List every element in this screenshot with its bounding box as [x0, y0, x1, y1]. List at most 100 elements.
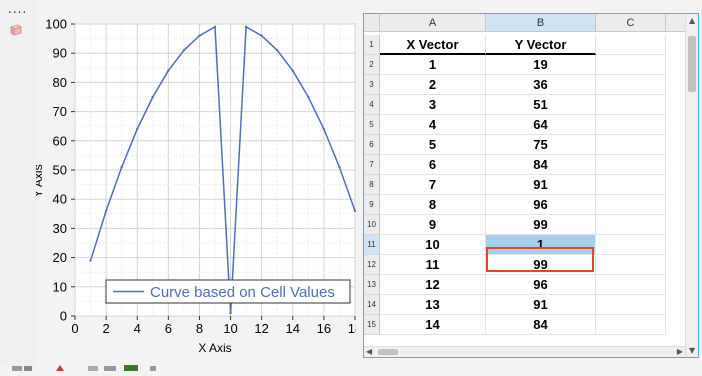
column-header-b[interactable]: B	[486, 14, 596, 32]
cell-b[interactable]: 91	[486, 295, 596, 315]
cell-b[interactable]: 64	[486, 115, 596, 135]
horizontal-scroll-thumb[interactable]	[378, 349, 398, 355]
left-toolbar: ....	[0, 0, 36, 366]
scroll-left-icon[interactable]: ◀	[366, 347, 372, 357]
data-point	[291, 69, 294, 72]
cell-c[interactable]	[596, 235, 666, 255]
select-all-corner[interactable]	[364, 14, 380, 32]
row-header[interactable]: 6	[364, 135, 380, 155]
cell-a[interactable]: 13	[380, 295, 486, 315]
y-tick-label: 30	[53, 221, 67, 236]
data-point	[260, 34, 263, 37]
cell-b[interactable]: 51	[486, 95, 596, 115]
cell-b[interactable]: 36	[486, 75, 596, 95]
cell-b[interactable]: Y Vector	[486, 35, 596, 55]
cell-c[interactable]	[596, 155, 666, 175]
row-header[interactable]: 8	[364, 175, 380, 195]
cell-c[interactable]	[596, 55, 666, 75]
vertical-scrollbar[interactable]: ▲ ▼	[685, 14, 698, 357]
cell-a[interactable]: 14	[380, 315, 486, 335]
x-tick-label: 6	[165, 321, 172, 336]
cell-c[interactable]	[596, 195, 666, 215]
cell-a[interactable]: 3	[380, 95, 486, 115]
y-ticks: 0 10 20 30 40 50 60 70 80 90 100	[45, 17, 75, 324]
cell-c[interactable]	[596, 95, 666, 115]
cell-a[interactable]: X Vector	[380, 35, 486, 55]
cell-a[interactable]: 2	[380, 75, 486, 95]
cell-a[interactable]: 6	[380, 155, 486, 175]
x-ticks: 0 2 4 6 8 10 12 14 16 18	[71, 316, 356, 336]
x-axis-label: X Axis	[198, 341, 231, 355]
cell-a[interactable]: 9	[380, 215, 486, 235]
row-header[interactable]: 9	[364, 195, 380, 215]
cell-b[interactable]: 96	[486, 195, 596, 215]
cell-a[interactable]: 8	[380, 195, 486, 215]
row-header[interactable]: 2	[364, 55, 380, 75]
row-header[interactable]: 13	[364, 275, 380, 295]
cell-b[interactable]: 99	[486, 255, 596, 275]
x-tick-label: 16	[317, 321, 331, 336]
x-tick-label: 8	[196, 321, 203, 336]
bottom-toolbar	[0, 358, 360, 371]
cell-a[interactable]: 1	[380, 55, 486, 75]
cell-a[interactable]: 4	[380, 115, 486, 135]
y-tick-label: 100	[45, 17, 67, 32]
cell-a[interactable]: 5	[380, 135, 486, 155]
row-header[interactable]: 3	[364, 75, 380, 95]
row-header[interactable]: 14	[364, 295, 380, 315]
cell-c[interactable]	[596, 255, 666, 275]
cell-b[interactable]: 96	[486, 275, 596, 295]
spreadsheet[interactable]: A B C 1X Vector Y Vector 2 1 19 3 2 36 4 3 51 5 4 64 6…	[363, 13, 699, 358]
row-header[interactable]: 5	[364, 115, 380, 135]
cell-b[interactable]: 84	[486, 315, 596, 335]
horizontal-scrollbar[interactable]: ◀ ▶	[364, 346, 685, 357]
cell-c[interactable]	[596, 275, 666, 295]
vertical-scroll-thumb[interactable]	[688, 36, 696, 92]
data-point	[229, 311, 232, 315]
cell-c[interactable]	[596, 175, 666, 195]
data-point	[167, 69, 170, 72]
x-tick-label: 2	[102, 321, 109, 336]
row-header[interactable]: 11	[364, 235, 380, 255]
cell-b[interactable]: 75	[486, 135, 596, 155]
x-tick-label: 12	[254, 321, 268, 336]
row-header[interactable]: 4	[364, 95, 380, 115]
selected-cell-b[interactable]: 1	[486, 235, 596, 255]
cell-c[interactable]	[596, 115, 666, 135]
y-tick-label: 10	[53, 279, 67, 294]
cell-c[interactable]	[596, 215, 666, 235]
cell-c[interactable]	[596, 315, 666, 335]
data-point	[322, 127, 326, 131]
scroll-down-icon[interactable]: ▼	[689, 346, 695, 356]
cell-b[interactable]: 91	[486, 175, 596, 195]
data-point	[89, 259, 92, 262]
y-tick-label: 20	[53, 250, 67, 265]
scroll-right-icon[interactable]: ▶	[677, 347, 683, 357]
cell-b[interactable]: 84	[486, 155, 596, 175]
cell-a[interactable]: 10	[380, 235, 486, 255]
data-point	[338, 165, 341, 169]
cell-b[interactable]: 99	[486, 215, 596, 235]
cube-icon[interactable]	[9, 24, 23, 36]
row-header[interactable]: 1	[364, 35, 380, 55]
menu-dots-icon[interactable]: ....	[8, 2, 27, 16]
scroll-up-icon[interactable]: ▲	[689, 16, 695, 26]
line-chart: 0 2 4 6 8 10 12 14 16 18 0 10 20 30 40 50 60 70 80 90 100 C…	[36, 17, 356, 355]
column-header-a[interactable]: A	[380, 14, 486, 32]
cell-c[interactable]	[596, 135, 666, 155]
cell-c[interactable]	[596, 75, 666, 95]
cell-a[interactable]: 7	[380, 175, 486, 195]
data-point	[104, 209, 108, 213]
row-header[interactable]: 15	[364, 315, 380, 335]
row-header[interactable]: 10	[364, 215, 380, 235]
row-header[interactable]: 12	[364, 255, 380, 275]
cell-a[interactable]: 11	[380, 255, 486, 275]
data-point	[244, 25, 248, 29]
cell-b[interactable]: 19	[486, 55, 596, 75]
column-header-c[interactable]: C	[596, 14, 666, 32]
cell-a[interactable]: 12	[380, 275, 486, 295]
cell-c[interactable]	[596, 295, 666, 315]
x-tick-label: 10	[223, 321, 237, 336]
cell-c[interactable]	[596, 35, 666, 55]
row-header[interactable]: 7	[364, 155, 380, 175]
